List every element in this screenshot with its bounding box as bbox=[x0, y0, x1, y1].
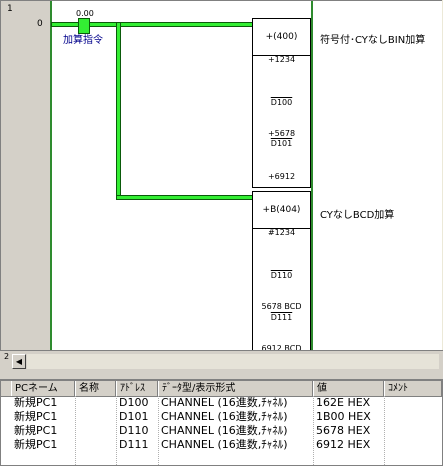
instruction-name: +(400) bbox=[253, 19, 310, 56]
cell-data-type: CHANNEL (16進数,ﾁｬﾈﾙ) bbox=[161, 438, 288, 451]
horizontal-scrollbar[interactable]: 2 ◀ bbox=[0, 350, 443, 371]
column-header-value[interactable]: 値 bbox=[313, 381, 384, 396]
column-header-data-type[interactable]: ﾃﾞｰﾀ型/表示形式 bbox=[158, 381, 313, 396]
cell-pc-name: 新規PC1 bbox=[14, 438, 58, 451]
operand-2: D100 bbox=[270, 98, 293, 107]
instruction-1-comment: 符号付･CYなしBIN加算 bbox=[320, 35, 426, 46]
operand-1: +1234 bbox=[267, 55, 296, 64]
column-header-name[interactable]: 名称 bbox=[75, 381, 116, 396]
cell-value: 5678 HEX bbox=[316, 424, 371, 437]
operand-2: D110 bbox=[270, 271, 293, 280]
power-flow-branch bbox=[117, 23, 120, 198]
cell-pc-name: 新規PC1 bbox=[14, 396, 58, 409]
operand-5: +6912 bbox=[267, 172, 296, 181]
cell-address: D101 bbox=[119, 410, 149, 423]
left-bus-bar bbox=[50, 1, 52, 351]
cell-address: D111 bbox=[119, 438, 149, 451]
operand-1: #1234 bbox=[267, 228, 296, 237]
column-divider bbox=[384, 396, 385, 465]
contact-address: 0.00 bbox=[76, 9, 94, 18]
cell-pc-name: 新規PC1 bbox=[14, 424, 58, 437]
cell-data-type: CHANNEL (16進数,ﾁｬﾈﾙ) bbox=[161, 410, 288, 423]
scroll-left-arrow-icon[interactable]: ◀ bbox=[12, 354, 26, 369]
cell-data-type: CHANNEL (16進数,ﾁｬﾈﾙ) bbox=[161, 424, 288, 437]
cell-value: 1B00 HEX bbox=[316, 410, 371, 423]
watch-header: PCネーム 名称 ｱﾄﾞﾚｽ ﾃﾞｰﾀ型/表示形式 値 ｺﾒﾝﾄ bbox=[1, 381, 442, 397]
cell-pc-name: 新規PC1 bbox=[14, 410, 58, 423]
cell-address: D110 bbox=[119, 424, 149, 437]
operand-3: +5678 bbox=[267, 129, 296, 138]
instruction-2-comment: CYなしBCD加算 bbox=[320, 210, 395, 221]
column-divider bbox=[75, 396, 76, 465]
cell-value: 6912 HEX bbox=[316, 438, 371, 451]
scroll-track[interactable] bbox=[27, 354, 439, 369]
power-flow-lower bbox=[117, 196, 252, 199]
column-header-pc-name[interactable]: PCネーム bbox=[11, 381, 75, 396]
rung-index: 1 bbox=[7, 4, 13, 14]
cell-address: D100 bbox=[119, 396, 149, 409]
watch-window: PCネーム 名称 ｱﾄﾞﾚｽ ﾃﾞｰﾀ型/表示形式 値 ｺﾒﾝﾄ 新規PC1 D… bbox=[0, 380, 443, 466]
instruction-name: +B(404) bbox=[253, 192, 310, 229]
step-gutter bbox=[1, 1, 50, 351]
operand-4: D101 bbox=[270, 139, 293, 148]
right-bus-bar bbox=[311, 1, 313, 351]
rung-index: 2 bbox=[4, 352, 10, 361]
pane-splitter[interactable] bbox=[0, 371, 443, 380]
cell-data-type: CHANNEL (16進数,ﾁｬﾈﾙ) bbox=[161, 396, 288, 409]
bcd-add-instruction-block[interactable]: +B(404) #1234 D110 5678 BCD D111 6912 BC… bbox=[252, 191, 311, 351]
contact-comment: 加算指令 bbox=[63, 35, 103, 46]
add-instruction-block[interactable]: +(400) +1234 D100 +5678 D101 +6912 bbox=[252, 18, 311, 188]
cell-value: 162E HEX bbox=[316, 396, 371, 409]
column-header-address[interactable]: ｱﾄﾞﾚｽ bbox=[116, 381, 158, 396]
ladder-editor[interactable]: 1 0 0.00 加算指令 +(400) +1234 D100 +5678 D1… bbox=[0, 0, 442, 352]
column-header-comment[interactable]: ｺﾒﾝﾄ bbox=[384, 381, 442, 396]
operand-3: 5678 BCD bbox=[261, 302, 302, 311]
step-number: 0 bbox=[37, 19, 43, 29]
operand-4: D111 bbox=[270, 313, 293, 322]
